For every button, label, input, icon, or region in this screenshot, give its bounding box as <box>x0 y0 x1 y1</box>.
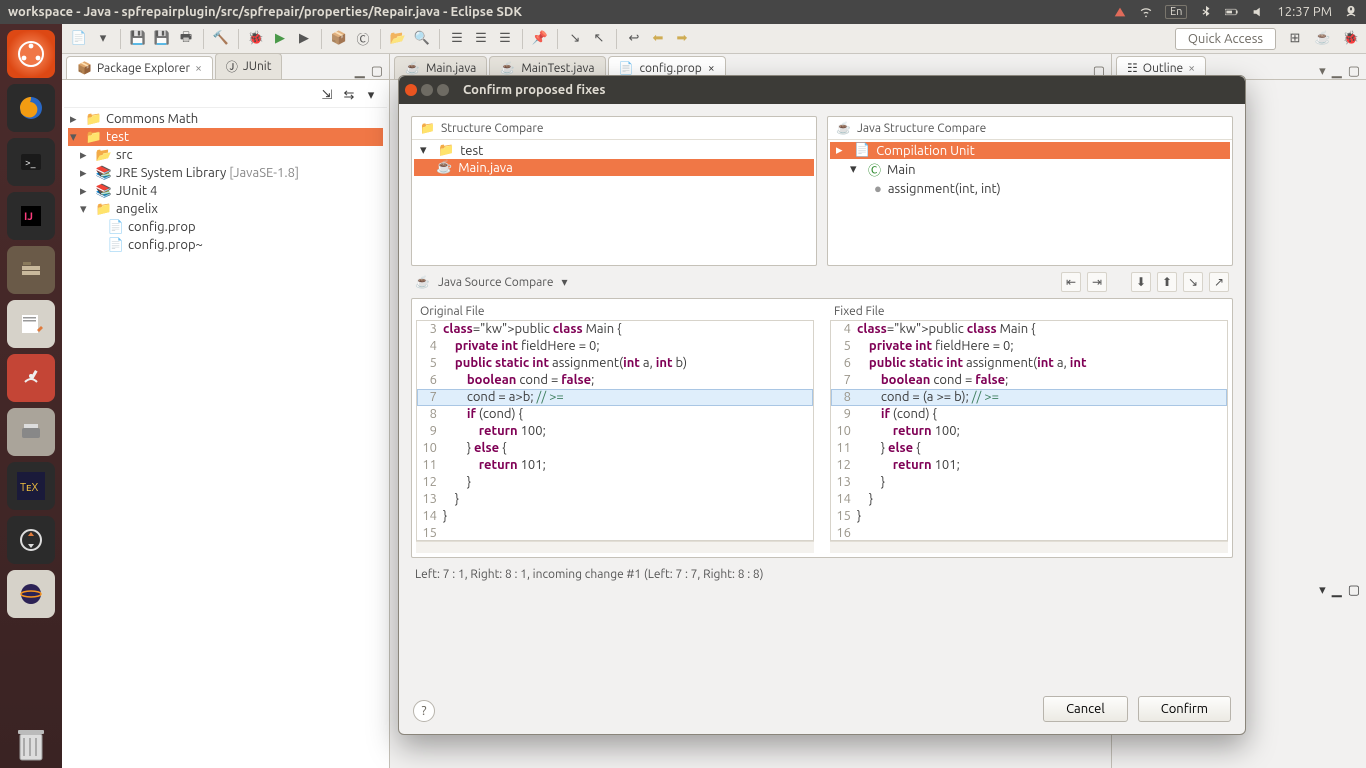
scrollbar-horizontal[interactable] <box>416 541 814 553</box>
cancel-button[interactable]: Cancel <box>1043 696 1128 722</box>
prev-change-button[interactable]: ↗ <box>1209 272 1229 292</box>
structure-compare-panel: 📁Structure Compare ▾📁test ☕Main.java <box>411 116 817 266</box>
help-button[interactable]: ? <box>413 700 435 722</box>
dialog-overlay: Confirm proposed fixes 📁Structure Compar… <box>0 0 1366 768</box>
confirm-button[interactable]: Confirm <box>1138 696 1231 722</box>
java-file-icon: ☕ <box>436 160 452 175</box>
tree-item-selected[interactable]: ▸📄Compilation Unit <box>830 142 1230 159</box>
folder-icon: 📁 <box>420 121 435 135</box>
scrollbar-horizontal[interactable] <box>830 541 1228 553</box>
chevron-down-icon[interactable]: ▾ <box>561 275 567 289</box>
dialog-title: Confirm proposed fixes <box>463 83 605 97</box>
java-file-icon: ☕ <box>836 121 851 135</box>
original-file-label: Original File <box>416 303 814 320</box>
java-structure-compare-panel: ☕Java Structure Compare ▸📄Compilation Un… <box>827 116 1233 266</box>
folder-icon: 📁 <box>438 143 454 158</box>
tree-item[interactable]: ▾ⒸMain <box>830 159 1230 180</box>
prev-diff-button[interactable]: ⬆ <box>1157 272 1177 292</box>
next-diff-button[interactable]: ⬇ <box>1131 272 1151 292</box>
class-icon: Ⓒ <box>868 160 881 179</box>
fixed-code[interactable]: 4class="kw">public class Main {5 private… <box>830 320 1228 541</box>
copy-left-button[interactable]: ⇤ <box>1061 272 1081 292</box>
java-file-icon: ☕ <box>415 275 430 289</box>
window-close-button[interactable] <box>405 84 417 96</box>
tree-item-selected[interactable]: ☕Main.java <box>414 159 814 176</box>
tree-item[interactable]: ▾📁test <box>414 142 814 159</box>
original-code[interactable]: 3class="kw">public class Main {4 private… <box>416 320 814 541</box>
compilation-unit-icon: 📄 <box>854 143 870 158</box>
compare-label: Java Source Compare <box>438 276 554 289</box>
confirm-fixes-dialog: Confirm proposed fixes 📁Structure Compar… <box>398 75 1246 735</box>
next-change-button[interactable]: ↘ <box>1183 272 1203 292</box>
window-minimize-button[interactable] <box>421 84 433 96</box>
method-icon: ● <box>874 181 882 196</box>
dialog-titlebar[interactable]: Confirm proposed fixes <box>399 76 1245 104</box>
compare-status: Left: 7 : 1, Right: 8 : 1, incoming chan… <box>411 558 1233 591</box>
window-maximize-button[interactable] <box>437 84 449 96</box>
source-compare-row: Original File 3class="kw">public class M… <box>411 298 1233 558</box>
tree-item[interactable]: ●assignment(int, int) <box>830 180 1230 197</box>
fixed-file-label: Fixed File <box>830 303 1228 320</box>
copy-right-button[interactable]: ⇥ <box>1087 272 1107 292</box>
